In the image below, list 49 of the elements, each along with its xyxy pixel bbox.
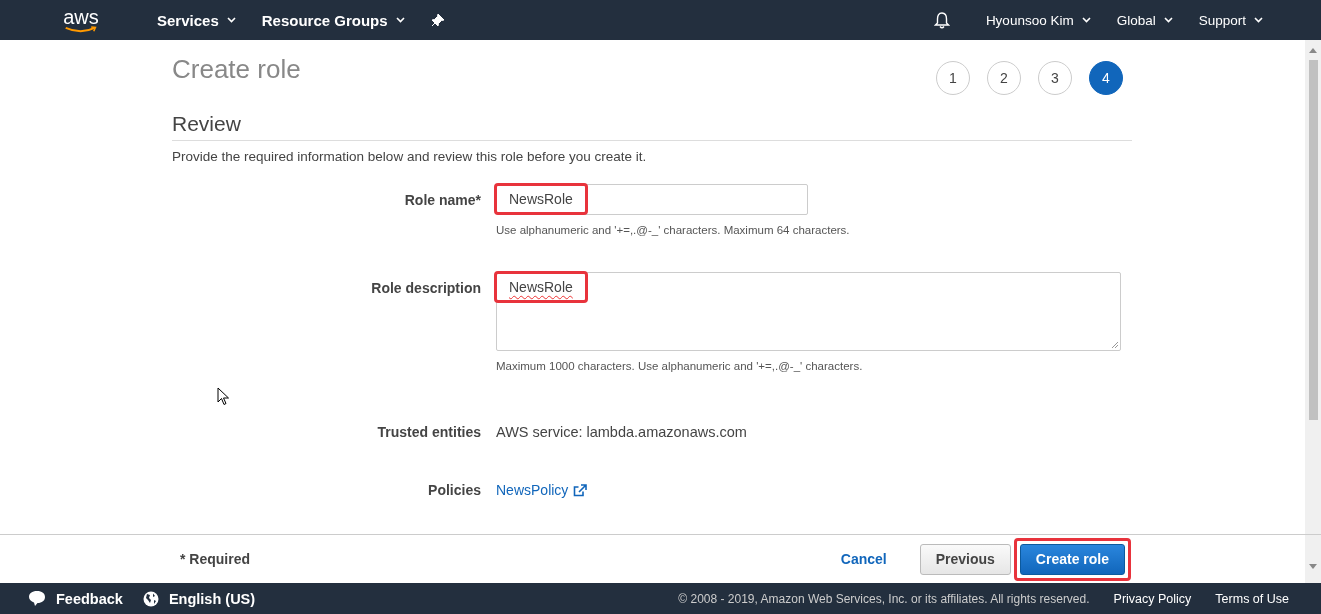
mouse-cursor-icon	[217, 387, 230, 406]
copyright-text: © 2008 - 2019, Amazon Web Services, Inc. or its affiliates. All rights reserved.	[678, 591, 1090, 606]
caret-icon	[1254, 17, 1263, 23]
pin-icon[interactable]	[430, 13, 445, 27]
field-label: Trusted entities	[376, 423, 481, 440]
required-note: * Required	[180, 551, 250, 567]
caret-icon	[1163, 17, 1173, 23]
nav-menu[interactable]: Support	[1198, 12, 1263, 28]
notification-bell-icon[interactable]	[933, 11, 950, 29]
external-link-icon	[573, 483, 588, 497]
field-label: Policies	[427, 481, 481, 498]
nav-menu[interactable]: Resource Groups	[261, 11, 405, 29]
cancel-link[interactable]: Cancel	[825, 543, 902, 575]
globe-icon	[142, 590, 159, 607]
section-heading: Review	[172, 112, 1132, 141]
policy-link[interactable]: NewsPolicy	[496, 482, 588, 498]
language-selector[interactable]: English (US)	[168, 590, 256, 607]
step-indicator[interactable]: 4	[1089, 61, 1123, 95]
step-indicator[interactable]: 3	[1038, 61, 1072, 95]
scroll-up-arrow-icon[interactable]	[1309, 48, 1317, 53]
aws-logo[interactable]: aws	[60, 7, 102, 33]
hint-text: Use alphanumeric and '+=,.@-_' characters. Maximum 64 characters.	[496, 224, 850, 236]
previous-button[interactable]: Previous	[919, 543, 1011, 575]
page-title: Create role	[172, 53, 301, 85]
role-description-textarea[interactable]: NewsRole	[496, 272, 1121, 351]
role-name-input[interactable]: NewsRole	[496, 184, 808, 215]
nav-menu[interactable]: Hyounsoo Kim	[985, 12, 1091, 28]
input-value: NewsRole	[494, 183, 588, 215]
step-indicator[interactable]: 2	[987, 61, 1021, 95]
footer-link[interactable]: Terms of Use	[1215, 591, 1289, 606]
textarea-value: NewsRole	[494, 271, 588, 303]
field-value: AWS service: lambda.amazonaws.com	[496, 424, 747, 440]
field-label: Role name*	[403, 191, 481, 208]
resize-handle-icon[interactable]	[1111, 341, 1119, 349]
create-role-button[interactable]: Create role	[1019, 543, 1125, 575]
caret-icon	[226, 17, 236, 23]
hint-text: Maximum 1000 characters. Use alphanumeric and '+=,.@-_' characters.	[496, 360, 864, 372]
caret-icon	[395, 17, 405, 23]
nav-menu[interactable]: Services	[157, 11, 236, 29]
footer-link[interactable]: Privacy Policy	[1113, 591, 1192, 606]
scroll-down-arrow-icon[interactable]	[1309, 564, 1317, 569]
scrollbar[interactable]	[1305, 40, 1321, 534]
speech-bubble-icon	[28, 590, 46, 607]
nav-menu[interactable]: Global	[1116, 12, 1173, 28]
step-indicator[interactable]: 1	[936, 61, 970, 95]
feedback-link[interactable]: Feedback	[56, 590, 123, 607]
intro-text: Provide the required information below and review this role before you create it.	[172, 149, 648, 164]
field-label: Role description	[370, 279, 481, 296]
caret-icon	[1081, 17, 1091, 23]
